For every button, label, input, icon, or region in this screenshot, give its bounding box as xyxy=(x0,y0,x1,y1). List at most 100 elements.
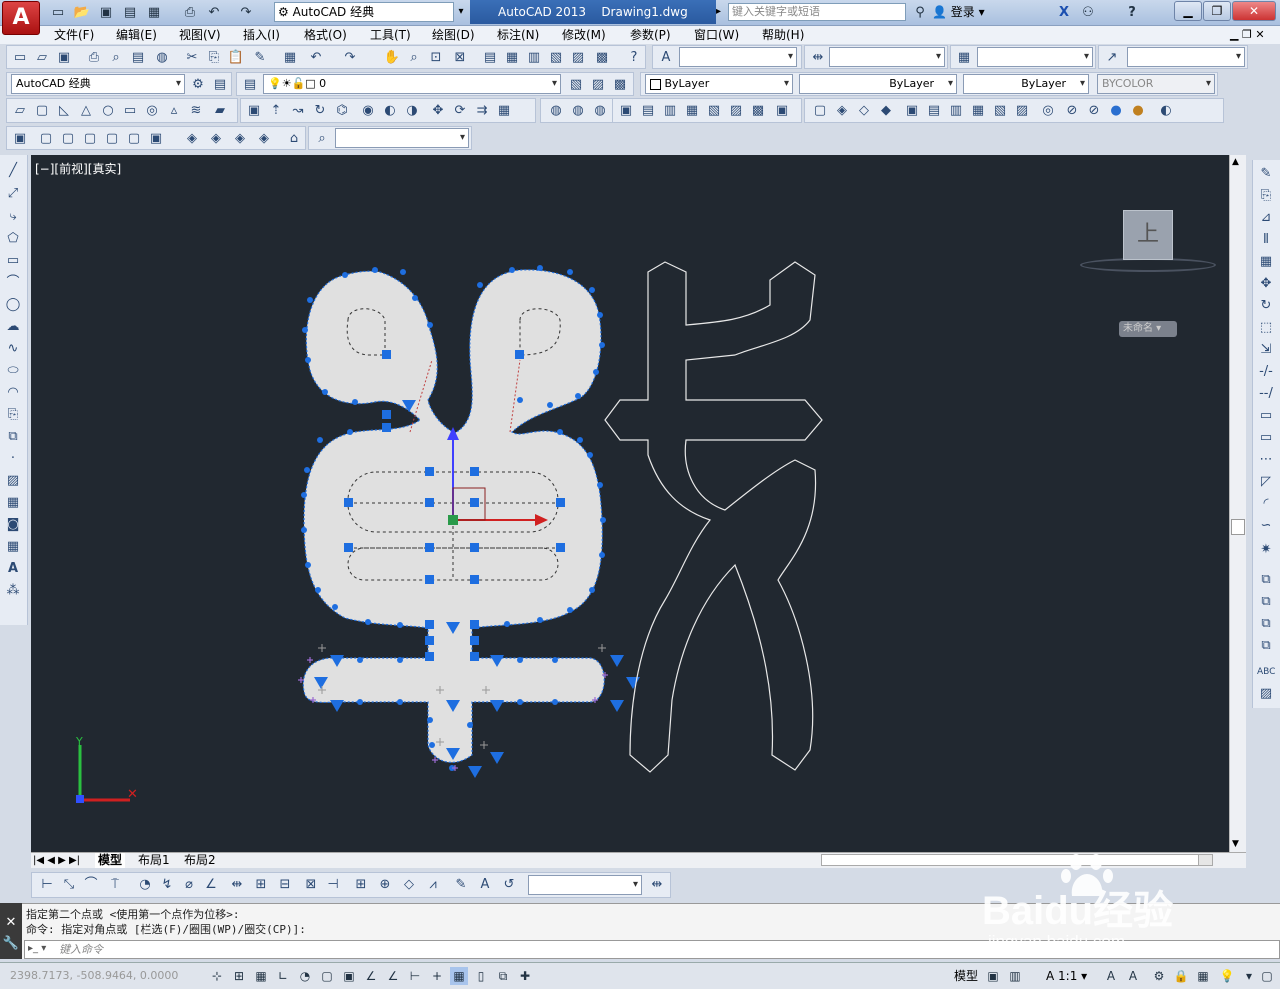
copy-icon[interactable]: ⎘ xyxy=(205,49,223,67)
material-sphere-icon[interactable]: ● xyxy=(1107,102,1125,120)
rotate-faces-icon[interactable]: ▧ xyxy=(705,102,723,120)
infer-constraints-icon[interactable]: ⊹ xyxy=(208,967,226,985)
loft-icon[interactable]: ⌬ xyxy=(333,102,351,120)
realistic-icon[interactable]: ◆ xyxy=(877,102,895,120)
new-icon[interactable]: ▭ xyxy=(48,3,68,21)
doc-window-controls[interactable]: ▁ ❐ ✕ xyxy=(1230,26,1265,44)
viewcube-top-face[interactable]: 上 xyxy=(1123,210,1173,260)
menu-help[interactable]: 帮助(H) xyxy=(758,26,808,44)
lock-icon[interactable]: 🔒 xyxy=(1172,967,1190,985)
sweep-icon[interactable]: ↝ xyxy=(289,102,307,120)
2d-wireframe-icon[interactable]: ▢ xyxy=(811,102,829,120)
center-mark-icon[interactable]: ⊕ xyxy=(376,876,394,894)
make-block-icon[interactable]: ⧉ xyxy=(4,427,22,447)
dim-break-icon[interactable]: ⊣ xyxy=(324,876,342,894)
layer-dropdown[interactable]: 💡☀🔓□ 0 xyxy=(263,74,561,94)
menu-insert[interactable]: 插入(I) xyxy=(239,26,284,44)
text-style-dropdown[interactable] xyxy=(679,47,797,67)
save-as-icon[interactable]: ▤ xyxy=(120,3,140,21)
copy-faces-icon[interactable]: ▩ xyxy=(749,102,767,120)
linear-dim-icon[interactable]: ⊢ xyxy=(38,876,56,894)
aligned-dim-icon[interactable]: ⤡ xyxy=(60,876,78,894)
markup-icon[interactable]: ▨ xyxy=(569,49,587,67)
viewcube-compass-ring[interactable] xyxy=(1080,258,1216,272)
fillet-icon[interactable]: ◜ xyxy=(1257,494,1275,514)
zoom-window-icon[interactable]: ⊡ xyxy=(427,49,445,67)
left-view-icon[interactable]: ▢ xyxy=(81,130,99,148)
solid-edit-subtract-icon[interactable]: ◍ xyxy=(569,102,587,120)
cut-icon[interactable]: ✂ xyxy=(183,49,201,67)
snap-icon[interactable]: ⊞ xyxy=(230,967,248,985)
imprint-icon[interactable]: ▧ xyxy=(991,102,1009,120)
dim-text-edit-icon[interactable]: A xyxy=(476,876,494,894)
menu-draw[interactable]: 绘图(D) xyxy=(428,26,479,44)
viewport-controls-label[interactable]: [−][前视][真实] xyxy=(35,160,121,177)
send-under-icon[interactable]: ⧉ xyxy=(1257,636,1275,656)
menu-tools[interactable]: 工具(T) xyxy=(366,26,415,44)
shell-icon[interactable]: ▣ xyxy=(903,102,921,120)
offset-faces-icon[interactable]: ▥ xyxy=(661,102,679,120)
named-views-icon[interactable]: ▣ xyxy=(11,130,29,148)
erase-icon[interactable]: ✎ xyxy=(1257,164,1275,184)
minimize-button[interactable]: ▁ xyxy=(1174,1,1202,21)
linetype-dropdown[interactable]: ByLayer xyxy=(799,74,957,94)
multileader-style-dropdown[interactable] xyxy=(1127,47,1245,67)
box-icon[interactable]: ▢ xyxy=(33,102,51,120)
cone-icon[interactable]: △ xyxy=(77,102,95,120)
subtract-icon[interactable]: ◐ xyxy=(381,102,399,120)
helix-icon[interactable]: ≋ xyxy=(187,102,205,120)
customize-command-icon[interactable]: 🔧 xyxy=(0,936,22,951)
revcloud-icon[interactable]: ☁ xyxy=(4,317,22,337)
line-icon[interactable]: ╱ xyxy=(4,161,22,181)
dim-space-icon[interactable]: ⊠ xyxy=(302,876,320,894)
grid-icon[interactable]: ▦ xyxy=(252,967,270,985)
tab-navigation-arrows[interactable]: |◀ ◀ ▶ ▶| xyxy=(33,853,80,868)
lineweight-icon[interactable]: + xyxy=(428,967,446,985)
save-icon[interactable]: ▣ xyxy=(96,3,116,21)
close-command-icon[interactable]: ✕ xyxy=(0,915,22,930)
lineweight-dropdown[interactable]: ByLayer xyxy=(963,74,1089,94)
preview-icon[interactable]: ⌕ xyxy=(107,49,125,67)
redo-icon[interactable]: ↷ xyxy=(236,3,256,21)
model-space-button[interactable]: 模型 xyxy=(954,967,978,985)
trim-icon[interactable]: -/- xyxy=(1257,362,1275,382)
add-selected-icon[interactable]: ⁂ xyxy=(4,581,22,601)
block-icon[interactable]: ▦ xyxy=(281,49,299,67)
customize-icon[interactable]: ▤ xyxy=(211,76,229,94)
close-button[interactable]: ✕ xyxy=(1232,1,1276,21)
continue-dim-icon[interactable]: ⊟ xyxy=(276,876,294,894)
planar-surface-icon[interactable]: ▰ xyxy=(211,102,229,120)
3d-wireframe-icon[interactable]: ◈ xyxy=(833,102,851,120)
workspace-combo[interactable]: AutoCAD 经典 xyxy=(11,74,185,94)
move-icon[interactable]: ✥ xyxy=(1257,274,1275,294)
multileader-style-icon[interactable]: ↗ xyxy=(1103,49,1121,67)
stretch-icon[interactable]: ⇲ xyxy=(1257,340,1275,360)
join-icon[interactable]: ⋯ xyxy=(1257,450,1275,470)
se-iso-icon[interactable]: ◈ xyxy=(207,130,225,148)
solid-edit-intersect-icon[interactable]: ◍ xyxy=(591,102,609,120)
color-faces-icon[interactable]: ▣ xyxy=(773,102,791,120)
paste-icon[interactable]: 📋 xyxy=(227,49,245,67)
intersect-icon[interactable]: ◑ xyxy=(403,102,421,120)
table-style-icon[interactable]: ▦ xyxy=(955,49,973,67)
solid-edit-union-icon[interactable]: ◍ xyxy=(547,102,565,120)
bring-to-front-icon[interactable]: ⧉ xyxy=(1257,570,1275,590)
zoom-lens-icon[interactable]: ⌕ xyxy=(313,130,331,148)
design-center-icon[interactable]: ▦ xyxy=(503,49,521,67)
workspace-switch-icon[interactable]: ⚙ xyxy=(1150,967,1168,985)
rotate-icon[interactable]: ↻ xyxy=(1257,296,1275,316)
spline-icon[interactable]: ∿ xyxy=(4,339,22,359)
no-light-icon[interactable]: ⊘ xyxy=(1085,102,1103,120)
dim-style-manager-icon[interactable]: ⇹ xyxy=(648,876,666,894)
render-icon[interactable]: ◐ xyxy=(1157,102,1175,120)
jogged-dim-icon[interactable]: ↯ xyxy=(158,876,176,894)
hatch-icon[interactable]: ▨ xyxy=(4,471,22,491)
baseline-dim-icon[interactable]: ⊞ xyxy=(252,876,270,894)
dim-style-combo[interactable] xyxy=(528,875,642,895)
annotation-visibility-icon[interactable]: A xyxy=(1102,967,1120,985)
tool-palettes-icon[interactable]: ▥ xyxy=(525,49,543,67)
taper-faces-icon[interactable]: ▨ xyxy=(727,102,745,120)
new-icon[interactable]: ▭ xyxy=(11,49,29,67)
layer-previous-icon[interactable]: ▨ xyxy=(589,76,607,94)
help-button[interactable]: ? xyxy=(1122,3,1142,21)
